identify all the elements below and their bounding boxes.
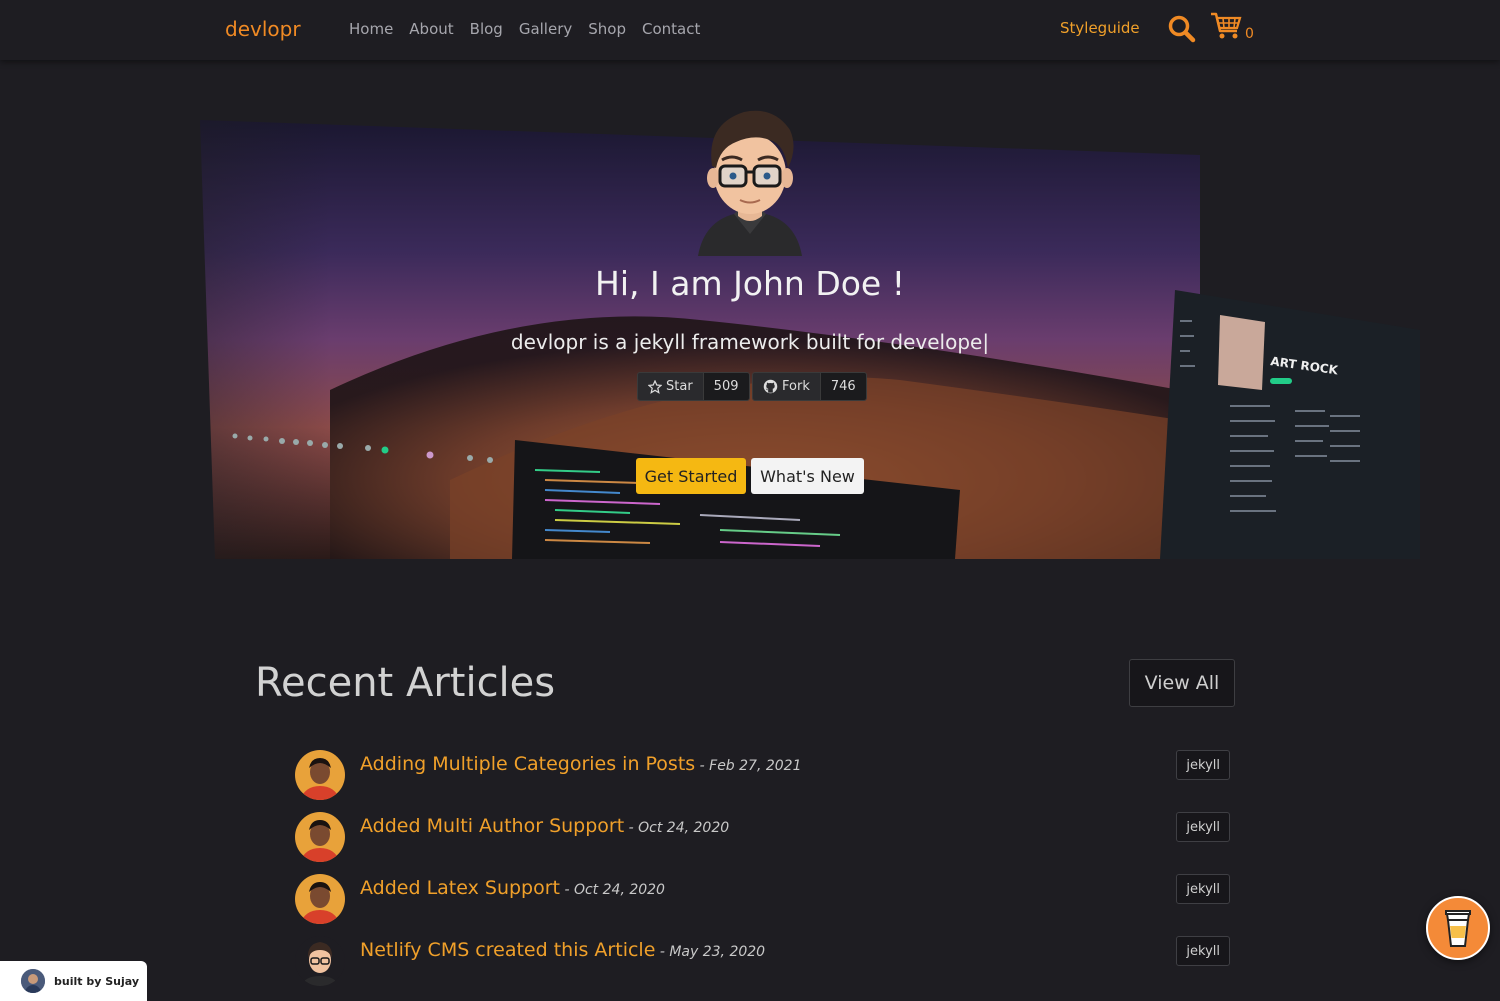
article-item: Added Latex Support - Oct 24, 2020 jekyl…	[295, 874, 1230, 924]
article-date: - Oct 24, 2020	[560, 882, 665, 898]
search-icon[interactable]	[1167, 14, 1197, 44]
github-fork-widget: Fork 746	[752, 372, 867, 401]
article-title-link[interactable]: Adding Multiple Categories in Posts - Fe…	[360, 753, 802, 775]
nav-link-gallery[interactable]: Gallery	[519, 20, 572, 38]
article-tag[interactable]: jekyll	[1176, 750, 1230, 780]
cart-count: 0	[1245, 26, 1254, 42]
github-fork-button[interactable]: Fork	[753, 373, 821, 400]
article-date: - May 23, 2020	[655, 944, 766, 960]
navbar: devlopr Home About Blog Gallery Shop Con…	[0, 0, 1500, 60]
article-tag[interactable]: jekyll	[1176, 874, 1230, 904]
coffee-cup-icon	[1445, 910, 1471, 947]
view-all-button[interactable]: View All	[1129, 659, 1235, 707]
buy-me-a-coffee-button[interactable]	[1426, 896, 1490, 960]
builder-avatar	[21, 969, 45, 993]
article-title[interactable]: Adding Multiple Categories in Posts	[360, 753, 695, 775]
brand-logo[interactable]: devlopr	[225, 17, 301, 41]
article-title-link[interactable]: Netlify CMS created this Article - May 2…	[360, 939, 765, 961]
article-title-link[interactable]: Added Latex Support - Oct 24, 2020	[360, 877, 665, 899]
author-avatar	[295, 874, 345, 924]
article-title-link[interactable]: Added Multi Author Support - Oct 24, 202…	[360, 815, 729, 837]
recent-articles-heading: Recent Articles	[255, 660, 556, 706]
hero-subtitle: devlopr is a jekyll framework built for …	[510, 330, 990, 354]
github-star-count[interactable]: 509	[703, 373, 749, 400]
article-title[interactable]: Added Multi Author Support	[360, 815, 624, 837]
github-fork-count[interactable]: 746	[820, 373, 866, 400]
github-star-label: Star	[666, 379, 693, 394]
article-item: Adding Multiple Categories in Posts - Fe…	[295, 750, 1230, 800]
get-started-button[interactable]: Get Started	[636, 458, 746, 494]
author-avatar	[295, 936, 345, 986]
article-item: Added Multi Author Support - Oct 24, 202…	[295, 812, 1230, 862]
article-date: - Oct 24, 2020	[624, 820, 730, 836]
article-item: Netlify CMS created this Article - May 2…	[295, 936, 1230, 986]
built-by-badge[interactable]: built by Sujay	[0, 961, 147, 1001]
star-icon	[648, 379, 662, 394]
styleguide-link[interactable]: Styleguide	[1060, 19, 1140, 37]
hero-section: ART ROCK Hi, I am John Doe ! devlopr is …	[0, 60, 1500, 559]
whats-new-button[interactable]: What's New	[751, 458, 864, 494]
article-title[interactable]: Netlify CMS created this Article	[360, 939, 655, 961]
github-star-widget: Star 509	[637, 372, 750, 401]
cart-icon[interactable]	[1209, 10, 1243, 42]
nav-link-contact[interactable]: Contact	[642, 20, 700, 38]
github-fork-label: Fork	[782, 379, 810, 394]
built-by-text: built by Sujay	[54, 974, 139, 988]
article-tag[interactable]: jekyll	[1176, 812, 1230, 842]
nav-link-shop[interactable]: Shop	[588, 20, 626, 38]
hero-title: Hi, I am John Doe !	[595, 264, 905, 303]
article-date: - Feb 27, 2021	[695, 758, 802, 774]
nav-link-about[interactable]: About	[409, 20, 453, 38]
article-tag[interactable]: jekyll	[1176, 936, 1230, 966]
author-avatar	[295, 812, 345, 862]
github-star-button[interactable]: Star	[638, 373, 704, 400]
article-title[interactable]: Added Latex Support	[360, 877, 560, 899]
nav-links: Home About Blog Gallery Shop Contact	[349, 20, 700, 38]
profile-avatar	[698, 110, 802, 256]
author-avatar	[295, 750, 345, 800]
nav-link-blog[interactable]: Blog	[470, 20, 503, 38]
github-icon	[763, 379, 778, 394]
nav-link-home[interactable]: Home	[349, 20, 393, 38]
